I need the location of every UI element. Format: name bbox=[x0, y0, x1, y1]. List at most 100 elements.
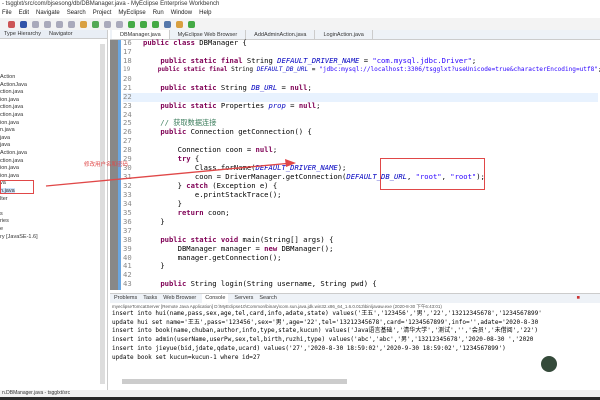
tab-addadminaction[interactable]: AddAdminAction.java bbox=[246, 30, 316, 39]
toolbar-icon[interactable] bbox=[8, 20, 15, 28]
toolbar-icon[interactable] bbox=[80, 20, 87, 28]
code-text: Class.forName(DEFAULT_DRIVER_NAME); bbox=[143, 163, 347, 173]
code-text: public static Properties prop = null; bbox=[160, 100, 321, 110]
menu-run[interactable]: Run bbox=[153, 9, 164, 18]
console-output: insert into hui(name,pass,sex,age,tel,ca… bbox=[110, 310, 598, 362]
code-text: } bbox=[143, 216, 165, 226]
toolbar bbox=[0, 18, 600, 30]
tree-item[interactable]: n.java bbox=[0, 127, 15, 133]
highlight-box bbox=[0, 180, 34, 194]
tree-item[interactable]: ry [JavaSE-1.6] bbox=[0, 234, 38, 240]
code-text: return coon; bbox=[177, 207, 230, 217]
code-line: 35 return coon; bbox=[123, 207, 598, 218]
toolbar-icon[interactable] bbox=[164, 20, 171, 28]
toolbar-icon[interactable] bbox=[176, 20, 183, 28]
toolbar-icon[interactable] bbox=[32, 20, 39, 28]
tree-item[interactable]: java bbox=[0, 135, 10, 141]
code-line: 16 public class DBManager { bbox=[123, 38, 598, 48]
code-line: 26 public Connection getConnection() { bbox=[123, 127, 598, 137]
console-line: insert into jieyue(bid,jdate,qdate,ucard… bbox=[112, 344, 506, 352]
code-text: public static void main(String[] args) { bbox=[160, 234, 334, 244]
tree-item[interactable]: ion.java bbox=[0, 173, 19, 179]
code-line: 41 } bbox=[123, 261, 598, 271]
tree-item[interactable]: Action.java bbox=[0, 150, 27, 156]
tab-problems[interactable]: Problems bbox=[114, 294, 137, 303]
menu-bar: File Edit Navigate Search Project MyEcli… bbox=[0, 9, 600, 18]
toolbar-icon[interactable] bbox=[68, 20, 75, 28]
tree-item[interactable]: ActionJava bbox=[0, 82, 27, 88]
console-line: insert into hui(name,pass,sex,age,tel,ca… bbox=[112, 310, 542, 317]
horizontal-scrollbar[interactable] bbox=[122, 379, 347, 384]
code-text: e.printStackTrace(); bbox=[143, 189, 282, 199]
line-number: 18 bbox=[123, 55, 132, 65]
avatar bbox=[541, 356, 557, 372]
tree-item[interactable]: ion.java bbox=[0, 165, 19, 171]
scrollbar[interactable] bbox=[100, 44, 105, 384]
code-line: 36 } bbox=[123, 216, 598, 227]
code-text: } bbox=[143, 198, 182, 208]
tree-item[interactable]: ction.java bbox=[0, 89, 23, 95]
status-bar: n.DBManager.java - tsgglxt/src bbox=[0, 390, 600, 397]
menu-search[interactable]: Search bbox=[67, 9, 86, 18]
console-info: myeclipseTomcatServer [Remote Java Appli… bbox=[112, 304, 442, 309]
annotation-text: 修改用户名和密码 bbox=[84, 162, 129, 168]
toolbar-icon[interactable] bbox=[20, 20, 27, 28]
tree-item[interactable]: ction.java bbox=[0, 112, 23, 118]
code-text: public String login(String username, Str… bbox=[160, 279, 377, 289]
code-text: Connection coon = null; bbox=[143, 145, 278, 155]
tab-search[interactable]: Search bbox=[259, 294, 276, 303]
toolbar-icon[interactable] bbox=[104, 20, 111, 28]
tree-item[interactable]: java bbox=[0, 142, 10, 148]
toolbar-icon[interactable] bbox=[188, 20, 195, 28]
code-text: DBManager manager = new DBManager(); bbox=[143, 243, 334, 253]
tree-item[interactable]: ion.java bbox=[0, 97, 19, 103]
tab-loginaction[interactable]: LoginAction.java bbox=[315, 30, 373, 39]
code-text: } catch (Exception e) { bbox=[143, 181, 278, 190]
tab-servers[interactable]: Servers bbox=[234, 294, 253, 303]
tree-item[interactable]: ries bbox=[0, 218, 9, 224]
tab-navigator[interactable]: Navigator bbox=[49, 30, 73, 38]
tree-item[interactable]: lter bbox=[0, 196, 8, 202]
tree-item[interactable]: s bbox=[0, 211, 3, 217]
menu-myeclipse[interactable]: MyEclipse bbox=[118, 9, 145, 18]
code-line: 40 manager.getConnection(); bbox=[123, 252, 598, 263]
code-line: 21 public static String DB_URL = null; bbox=[123, 83, 598, 93]
menu-project[interactable]: Project bbox=[93, 9, 112, 18]
package-explorer: Type Hierarchy Navigator Action ActionJav… bbox=[0, 30, 108, 390]
highlight-box bbox=[380, 158, 485, 190]
menu-file[interactable]: File bbox=[2, 9, 12, 18]
code-text: try { bbox=[177, 154, 200, 164]
toolbar-icon[interactable] bbox=[116, 20, 123, 28]
menu-edit[interactable]: Edit bbox=[19, 9, 29, 18]
run-icon[interactable] bbox=[128, 20, 135, 28]
toolbar-icon[interactable] bbox=[56, 20, 63, 28]
tab-tasks[interactable]: Tasks bbox=[143, 294, 157, 303]
tree-item[interactable]: Action bbox=[0, 74, 15, 80]
code-text: manager.getConnection(); bbox=[143, 252, 282, 262]
menu-help[interactable]: Help bbox=[199, 9, 211, 18]
code-text: public static final String DEFAULT_DRIVE… bbox=[160, 55, 477, 65]
menu-navigate[interactable]: Navigate bbox=[36, 9, 60, 18]
tree-item[interactable]: ion.java bbox=[0, 120, 19, 126]
debug-icon[interactable] bbox=[140, 20, 147, 28]
tab-console[interactable]: Console bbox=[202, 294, 229, 303]
toolbar-icon[interactable] bbox=[152, 20, 159, 28]
code-text: } bbox=[143, 261, 165, 271]
code-lines: 16 public class DBManager {17 18 public st… bbox=[123, 38, 600, 289]
code-text: // 获取数据连接 bbox=[143, 118, 217, 128]
code-text: public static final String DEFAULT_DB_UR… bbox=[157, 65, 600, 73]
code-editor[interactable]: DBManager.java MyEclipse Web Browser Add… bbox=[110, 30, 600, 290]
toolbar-icon[interactable] bbox=[92, 20, 99, 28]
tree-item[interactable]: ction.java bbox=[0, 158, 23, 164]
tab-type-hierarchy[interactable]: Type Hierarchy bbox=[4, 30, 41, 38]
code-line: 18 public static final String DEFAULT_DR… bbox=[123, 55, 598, 66]
tree-item[interactable]: e bbox=[0, 226, 3, 232]
terminate-icon[interactable]: ■ bbox=[577, 294, 580, 303]
code-text: public class DBManager { bbox=[143, 38, 247, 47]
tree-item[interactable]: ction.java bbox=[0, 104, 23, 110]
code-line: 23 public static Properties prop = null; bbox=[123, 100, 598, 111]
tab-web-browser[interactable]: Web Browser bbox=[163, 294, 196, 303]
code-line: 19 public static final String DEFAULT_DB… bbox=[123, 65, 600, 75]
menu-window[interactable]: Window bbox=[171, 9, 192, 18]
toolbar-icon[interactable] bbox=[44, 20, 51, 28]
